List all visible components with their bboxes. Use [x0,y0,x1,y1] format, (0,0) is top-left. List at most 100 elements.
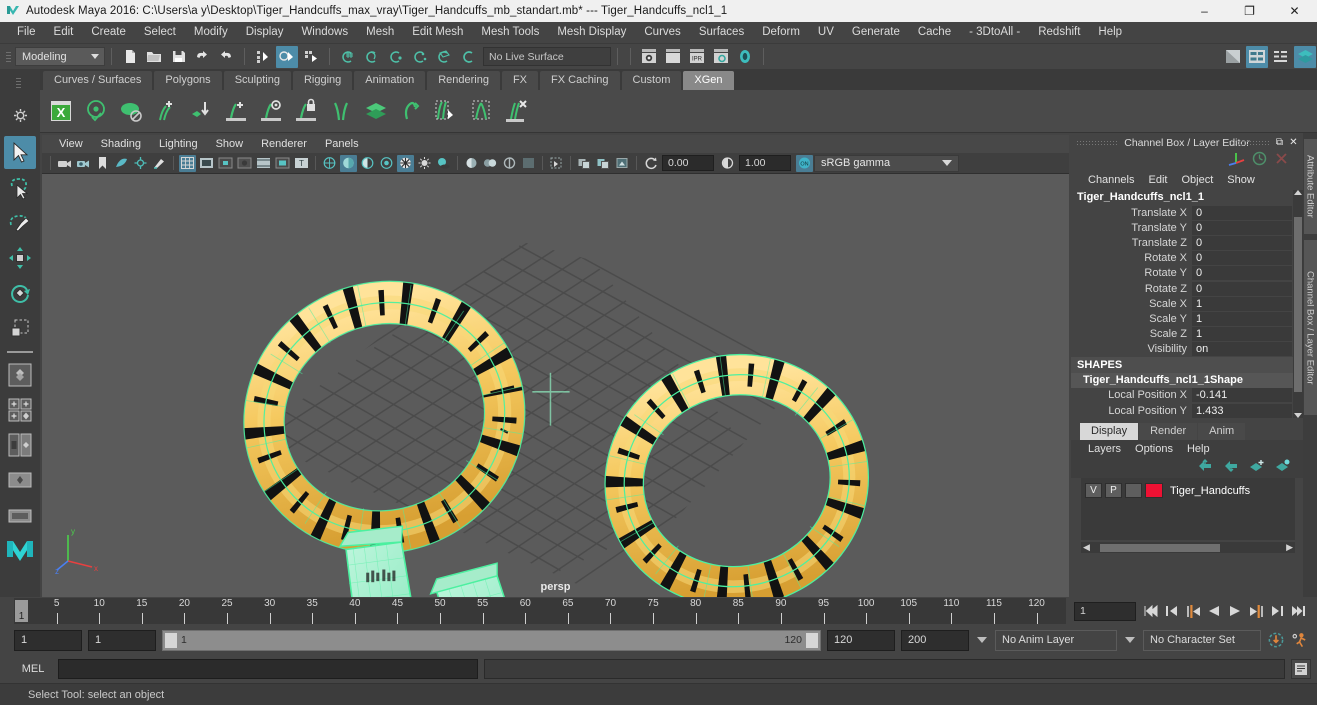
channel-row-translate-z[interactable]: Translate Z 0 [1071,235,1293,250]
redo-icon[interactable] [215,46,237,68]
layer-tab-anim[interactable]: Anim [1198,423,1246,440]
new-layer-icon[interactable] [1249,459,1265,477]
wireframe-icon[interactable] [321,155,338,172]
gamma-field[interactable]: 1.00 [739,155,791,171]
shelf-tab-custom[interactable]: Custom [621,71,682,90]
xgen-bend-icon[interactable] [394,93,427,130]
channel-value[interactable]: 0 [1192,220,1292,235]
move-tool-icon[interactable] [4,241,36,274]
isolate-select-icon[interactable] [520,155,537,172]
hypergraph-layout-icon[interactable] [4,498,36,531]
channel-value[interactable]: on [1192,342,1292,357]
menu-select[interactable]: Select [135,22,185,43]
image-plane-icon[interactable] [113,155,130,172]
menu-curves[interactable]: Curves [635,22,689,43]
xgen-geometry-icon[interactable] [114,93,147,130]
layer-menu-layers[interactable]: Layers [1081,440,1128,458]
render-sequence-icon[interactable] [662,46,684,68]
panel-grip-right[interactable] [1229,141,1269,146]
channel-value[interactable]: 0 [1192,205,1292,220]
undock-panel-button[interactable]: ⧉ [1273,136,1286,149]
go-to-start-icon[interactable] [1142,602,1160,620]
step-back-key-icon[interactable] [1184,602,1202,620]
channel-menu-channels[interactable]: Channels [1081,171,1141,190]
auto-keyframe-icon[interactable] [1267,631,1285,649]
film-gate-icon[interactable] [198,155,215,172]
resolution-gate-icon[interactable] [217,155,234,172]
layer-name-label[interactable]: Tiger_Handcuffs [1166,485,1250,497]
channel-row-local-position-y[interactable]: Local Position Y 1.433 [1071,403,1293,418]
chevron-down-icon[interactable] [977,637,987,643]
toggle-channel-box-icon[interactable] [1270,46,1292,68]
layer-list[interactable]: V P Tiger_Handcuffs [1081,478,1295,540]
shelf-tab-curves-surfaces[interactable]: Curves / Surfaces [43,71,153,90]
character-set-selector[interactable]: No Character Set [1143,629,1261,651]
channel-menu-edit[interactable]: Edit [1141,171,1174,190]
grease-pencil-icon[interactable] [151,155,168,172]
layer-row-tiger-handcuffs[interactable]: V P Tiger_Handcuffs [1081,482,1295,499]
range-handle-right[interactable] [806,632,818,648]
layer-menu-help[interactable]: Help [1180,440,1217,458]
exposure-icon[interactable] [642,155,659,172]
channel-row-rotate-z[interactable]: Rotate Z 0 [1071,281,1293,296]
select-by-hierarchy-icon[interactable] [252,46,274,68]
rotate-tool-icon[interactable] [4,276,36,309]
layer-tab-display[interactable]: Display [1080,423,1139,440]
xray-icon[interactable] [548,155,565,172]
panel-grip-left[interactable] [1077,141,1117,146]
viewport-menu-view[interactable]: View [50,135,92,153]
chevron-down-icon[interactable] [1125,637,1135,643]
menu-mesh[interactable]: Mesh [357,22,403,43]
channel-row-scale-y[interactable]: Scale Y 1 [1071,311,1293,326]
layer-playback-toggle[interactable]: P [1105,483,1122,498]
xgen-grow-icon[interactable] [219,93,252,130]
camera-attributes-icon[interactable] [75,155,92,172]
undo-icon[interactable] [191,46,213,68]
shelf-tab-rigging[interactable]: Rigging [292,71,353,90]
outliner-layout-icon[interactable] [4,463,36,496]
snap-to-grid-icon[interactable] [337,46,359,68]
animation-preferences-icon[interactable] [1291,631,1309,649]
channel-row-translate-x[interactable]: Translate X 0 [1071,205,1293,220]
select-tool-icon[interactable] [4,136,36,169]
xgen-layers-icon[interactable] [359,93,392,130]
menu-modify[interactable]: Modify [185,22,237,43]
xgen-window-icon[interactable]: X [44,93,77,130]
menu-cache[interactable]: Cache [909,22,960,43]
current-frame-field[interactable]: 1 [1074,601,1136,621]
new-scene-icon[interactable] [119,46,141,68]
two-pane-layout-icon[interactable] [4,428,36,461]
minimize-button[interactable]: – [1182,0,1227,22]
single-perspective-view-icon[interactable] [4,358,36,391]
channel-row-scale-x[interactable]: Scale X 1 [1071,296,1293,311]
menu-3dtoall[interactable]: - 3DtoAll - [960,22,1029,43]
textured-icon[interactable] [397,154,414,172]
scroll-left-icon[interactable]: ◀ [1081,542,1090,553]
shelf-grip[interactable] [15,72,23,94]
toggle-layer-editor-icon[interactable] [1294,45,1316,68]
viewport-menu-renderer[interactable]: Renderer [252,135,316,153]
make-live-icon[interactable] [457,46,479,68]
select-by-object-icon[interactable] [276,45,298,68]
toggle-attribute-editor-icon[interactable] [1222,46,1244,68]
move-layer-down-icon[interactable] [1223,459,1239,477]
shelf-tab-sculpting[interactable]: Sculpting [223,71,291,90]
menu-display[interactable]: Display [237,22,293,43]
xgen-add-guides-icon[interactable] [149,93,182,130]
menu-generate[interactable]: Generate [843,22,909,43]
range-handle-left[interactable] [165,632,177,648]
shaded-wireframe-icon[interactable] [359,155,376,172]
menu-edit-mesh[interactable]: Edit Mesh [403,22,472,43]
channel-row-translate-y[interactable]: Translate Y 0 [1071,220,1293,235]
select-by-component-icon[interactable] [300,46,322,68]
go-to-end-icon[interactable] [1289,602,1307,620]
channel-row-rotate-y[interactable]: Rotate Y 0 [1071,266,1293,281]
motion-blur-icon[interactable] [482,155,499,172]
close-panel-button[interactable]: ✕ [1287,136,1300,149]
channel-value[interactable]: 1 [1192,327,1292,342]
menu-edit[interactable]: Edit [45,22,83,43]
close-button[interactable]: ✕ [1272,0,1317,22]
channel-box-scrollbar[interactable] [1293,190,1303,418]
scroll-up-icon[interactable] [1294,190,1302,195]
restore-button[interactable]: ❐ [1227,0,1272,22]
